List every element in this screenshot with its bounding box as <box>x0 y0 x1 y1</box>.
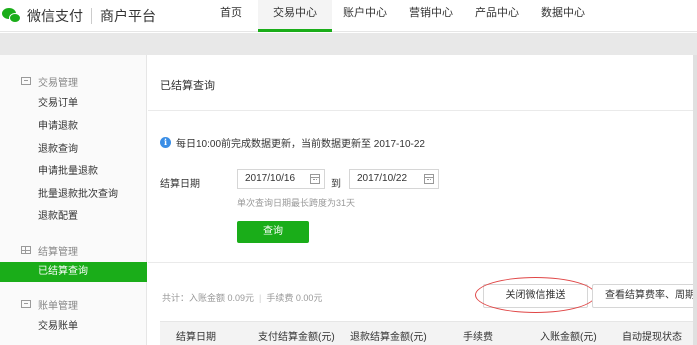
view-settlement-rate-button[interactable]: 查看结算费率、周期 <box>592 284 697 308</box>
top-navigation-bar: 微信支付 商户平台 首页 交易中心 账户中心 营销中心 产品中心 数据中心 <box>0 0 697 32</box>
end-date-field[interactable]: 2017/10/22 <box>349 169 439 189</box>
brand-logo[interactable]: 微信支付 商户平台 <box>2 6 156 26</box>
sidebar-item-refund-query[interactable]: 退款查询 <box>0 140 147 160</box>
settlement-summary: 共计：入账金额 0.09元 | 手续费 0.00元 <box>162 291 322 304</box>
sidebar-group-bills: 账单管理 <box>0 294 147 314</box>
list-icon <box>21 300 31 308</box>
nav-item-data-center[interactable]: 数据中心 <box>530 0 596 32</box>
sidebar-group-label: 交易管理 <box>38 77 78 89</box>
summary-income: 入账金额 0.09元 <box>189 293 255 303</box>
brand-divider <box>91 8 92 24</box>
column-header-fee: 手续费 <box>463 332 493 343</box>
column-header-settlement-date: 结算日期 <box>176 332 216 343</box>
sidebar-item-batch-refund-query[interactable]: 批量退款批次查询 <box>0 185 147 205</box>
settlement-date-label: 结算日期 <box>160 179 200 190</box>
wechat-logo-icon <box>2 7 22 25</box>
column-header-income-amount: 入账金额(元) <box>540 332 597 343</box>
info-icon: i <box>160 136 171 148</box>
page-title: 已结算查询 <box>160 80 215 92</box>
sidebar-item-trade-orders[interactable]: 交易订单 <box>0 94 147 114</box>
summary-total-label: 共计： <box>162 293 190 303</box>
sidebar-item-batch-refund[interactable]: 申请批量退款 <box>0 162 147 182</box>
query-button[interactable]: 查询 <box>237 221 309 243</box>
table-header: 结算日期 支付结算金额(元) 退款结算金额(元) 手续费 入账金额(元) 自动提… <box>160 321 697 345</box>
nav-item-product-center[interactable]: 产品中心 <box>464 0 530 32</box>
divider <box>148 262 697 263</box>
sidebar-group-label: 结算管理 <box>38 246 78 258</box>
calendar-icon[interactable] <box>310 174 320 184</box>
column-header-refund-amount: 退款结算金额(元) <box>350 332 427 343</box>
nav-item-home[interactable]: 首页 <box>206 0 256 32</box>
divider <box>148 110 697 111</box>
sidebar-item-settled-query[interactable]: 已结算查询 <box>0 262 147 282</box>
nav-item-trade-center[interactable]: 交易中心 <box>258 0 332 32</box>
header-gray-strip <box>0 33 697 55</box>
main-nav: 首页 交易中心 账户中心 营销中心 产品中心 数据中心 <box>206 0 596 32</box>
brand-subtitle: 商户平台 <box>100 8 156 24</box>
sidebar-item-refund-config[interactable]: 退款配置 <box>0 207 147 227</box>
scrollbar-edge <box>693 55 697 345</box>
date-range-separator: 到 <box>331 179 341 190</box>
nav-item-account-center[interactable]: 账户中心 <box>332 0 398 32</box>
sidebar: 交易管理 交易订单 申请退款 退款查询 申请批量退款 批量退款批次查询 退款配置… <box>0 55 147 345</box>
brand-name: 微信支付 <box>27 8 83 24</box>
summary-fee: 手续费 0.00元 <box>266 293 323 303</box>
start-date-value: 2017/10/16 <box>245 173 296 184</box>
sidebar-item-trade-bills[interactable]: 交易账单 <box>0 317 147 337</box>
update-notice: i 每日10:00前完成数据更新，当前数据更新至 2017-10-22 <box>160 136 425 150</box>
column-header-payment-amount: 支付结算金额(元) <box>258 332 335 343</box>
grid-icon <box>21 246 31 254</box>
column-header-auto-withdraw-status: 自动提现状态 <box>622 332 682 343</box>
nav-item-marketing-center[interactable]: 营销中心 <box>398 0 464 32</box>
sidebar-group-label: 账单管理 <box>38 300 78 312</box>
highlight-circle <box>475 277 596 313</box>
end-date-value: 2017/10/22 <box>357 173 408 184</box>
notice-text: 每日10:00前完成数据更新，当前数据更新至 2017-10-22 <box>176 138 425 150</box>
sidebar-group-trade: 交易管理 <box>0 71 147 91</box>
summary-separator: | <box>259 293 262 303</box>
main-content: 已结算查询 i 每日10:00前完成数据更新，当前数据更新至 2017-10-2… <box>148 55 697 345</box>
sidebar-group-settlement: 结算管理 <box>0 240 147 260</box>
list-icon <box>21 77 31 85</box>
calendar-icon[interactable] <box>424 174 434 184</box>
start-date-field[interactable]: 2017/10/16 <box>237 169 325 189</box>
sidebar-item-apply-refund[interactable]: 申请退款 <box>0 117 147 137</box>
date-span-hint: 单次查询日期最长跨度为31天 <box>237 198 356 208</box>
